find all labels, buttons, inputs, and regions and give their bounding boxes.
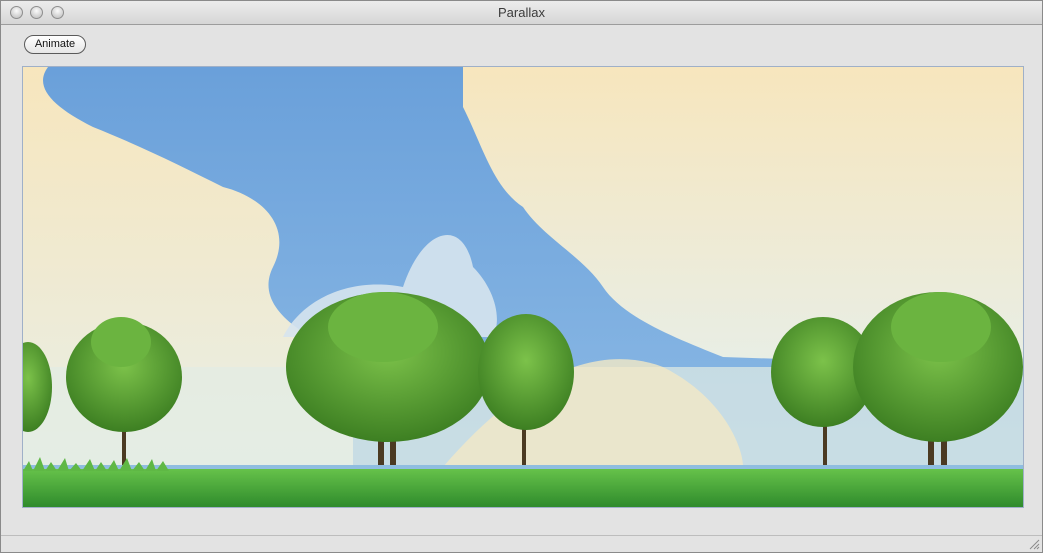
status-bar: [1, 535, 1042, 552]
app-window: Parallax Animate: [0, 0, 1043, 553]
title-bar[interactable]: Parallax: [1, 1, 1042, 25]
animate-button[interactable]: Animate: [24, 35, 86, 54]
scene-canvas: [23, 67, 1023, 507]
grass: [23, 469, 1023, 507]
resize-grip-icon[interactable]: [1029, 539, 1040, 550]
window-title: Parallax: [498, 5, 545, 20]
parallax-scene: [22, 66, 1024, 508]
